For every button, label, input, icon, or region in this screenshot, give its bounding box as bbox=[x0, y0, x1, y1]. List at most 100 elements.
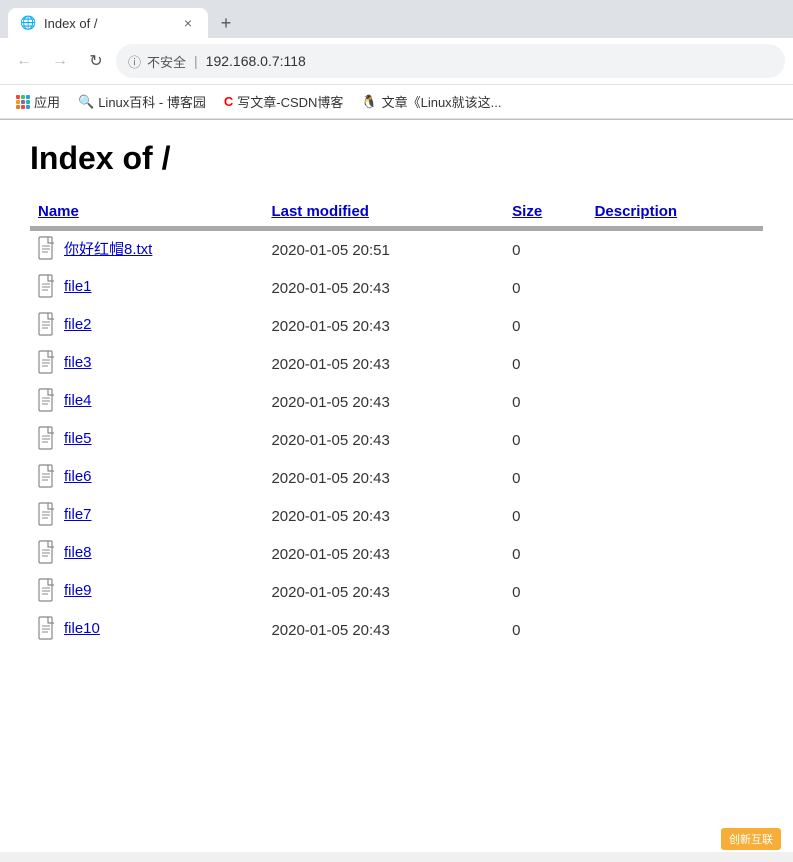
file-link[interactable]: file3 bbox=[64, 354, 92, 371]
file-link[interactable]: file2 bbox=[64, 316, 92, 333]
file-description bbox=[587, 421, 763, 459]
bookmarks-bar: 应用 🔍 Linux百科 - 博客园 C 写文章-CSDN博客 🐧 文章《Lin… bbox=[0, 85, 793, 119]
file-description bbox=[587, 269, 763, 307]
page-title: Index of / bbox=[30, 140, 763, 177]
file-date: 2020-01-05 20:43 bbox=[263, 497, 504, 535]
file-size: 0 bbox=[504, 307, 586, 345]
file-description bbox=[587, 497, 763, 535]
file-icon bbox=[38, 464, 58, 488]
file-link[interactable]: file9 bbox=[64, 582, 92, 599]
address-url: 192.168.0.7:118 bbox=[206, 53, 306, 69]
file-link[interactable]: file7 bbox=[64, 506, 92, 523]
table-row: file10 2020-01-05 20:430 bbox=[30, 611, 763, 649]
file-date: 2020-01-05 20:43 bbox=[263, 611, 504, 649]
watermark-label: 创新互联 bbox=[729, 834, 773, 846]
file-icon bbox=[38, 236, 58, 260]
file-description bbox=[587, 611, 763, 649]
table-row: file7 2020-01-05 20:430 bbox=[30, 497, 763, 535]
bookmark-person-icon: 🔍 bbox=[78, 94, 94, 110]
file-link[interactable]: file4 bbox=[64, 392, 92, 409]
col-header-description[interactable]: Description bbox=[587, 197, 763, 227]
browser-chrome: 🌐 Index of / × + ← → ↻ ⓘ 不安全 | 192.168.0… bbox=[0, 0, 793, 120]
forward-button[interactable]: → bbox=[44, 45, 76, 77]
bookmark-apps-label: 应用 bbox=[34, 92, 60, 111]
tab-favicon-icon: 🌐 bbox=[20, 15, 36, 31]
file-icon bbox=[38, 502, 58, 526]
forward-icon: → bbox=[52, 52, 68, 70]
file-icon bbox=[38, 616, 58, 640]
table-row: file6 2020-01-05 20:430 bbox=[30, 459, 763, 497]
file-description bbox=[587, 345, 763, 383]
file-link[interactable]: file6 bbox=[64, 468, 92, 485]
security-label: 不安全 bbox=[147, 52, 186, 71]
active-tab[interactable]: 🌐 Index of / × bbox=[8, 8, 208, 38]
file-size: 0 bbox=[504, 383, 586, 421]
refresh-button[interactable]: ↻ bbox=[80, 45, 112, 77]
refresh-icon: ↻ bbox=[89, 51, 102, 71]
file-size: 0 bbox=[504, 345, 586, 383]
col-header-modified[interactable]: Last modified bbox=[263, 197, 504, 227]
table-row: file8 2020-01-05 20:430 bbox=[30, 535, 763, 573]
table-row: file2 2020-01-05 20:430 bbox=[30, 307, 763, 345]
col-header-name[interactable]: Name bbox=[30, 197, 263, 227]
back-button[interactable]: ← bbox=[8, 45, 40, 77]
file-link[interactable]: file10 bbox=[64, 620, 100, 637]
bookmark-linux-book[interactable]: 🐧 文章《Linux就该这... bbox=[353, 89, 509, 114]
file-date: 2020-01-05 20:43 bbox=[263, 383, 504, 421]
file-date: 2020-01-05 20:43 bbox=[263, 421, 504, 459]
bookmark-linux-baike-label: Linux百科 - 博客园 bbox=[98, 92, 206, 111]
back-icon: ← bbox=[16, 52, 32, 70]
file-icon bbox=[38, 274, 58, 298]
table-row: file1 2020-01-05 20:430 bbox=[30, 269, 763, 307]
bookmark-csdn[interactable]: C 写文章-CSDN博客 bbox=[216, 89, 352, 114]
table-header-row: Name Last modified Size Description bbox=[30, 197, 763, 227]
file-link[interactable]: file1 bbox=[64, 278, 92, 295]
tab-title: Index of / bbox=[44, 16, 172, 31]
file-date: 2020-01-05 20:43 bbox=[263, 573, 504, 611]
file-link[interactable]: 你好红帽8.txt bbox=[64, 238, 152, 259]
file-link[interactable]: file5 bbox=[64, 430, 92, 447]
file-size: 0 bbox=[504, 535, 586, 573]
table-row: 你好红帽8.txt 2020-01-05 20:510 bbox=[30, 230, 763, 269]
close-tab-button[interactable]: × bbox=[180, 14, 196, 32]
page-content: Index of / Name Last modified Size Descr… bbox=[0, 120, 793, 740]
table-row: file3 2020-01-05 20:430 bbox=[30, 345, 763, 383]
address-bar[interactable]: ⓘ 不安全 | 192.168.0.7:118 bbox=[116, 44, 785, 78]
file-icon bbox=[38, 312, 58, 336]
info-icon: ⓘ bbox=[128, 52, 141, 71]
bookmark-linux-baike[interactable]: 🔍 Linux百科 - 博客园 bbox=[70, 89, 214, 114]
file-description bbox=[587, 535, 763, 573]
file-link[interactable]: file8 bbox=[64, 544, 92, 561]
bookmark-linux-book-icon: 🐧 bbox=[361, 94, 377, 110]
watermark: 创新互联 bbox=[721, 828, 781, 850]
file-date: 2020-01-05 20:43 bbox=[263, 459, 504, 497]
bookmark-apps[interactable]: 应用 bbox=[8, 89, 68, 114]
bookmark-csdn-label: 写文章-CSDN博客 bbox=[237, 92, 343, 111]
file-icon bbox=[38, 578, 58, 602]
file-size: 0 bbox=[504, 611, 586, 649]
file-date: 2020-01-05 20:43 bbox=[263, 345, 504, 383]
bookmark-linux-book-label: 文章《Linux就该这... bbox=[382, 92, 502, 111]
file-icon bbox=[38, 426, 58, 450]
file-date: 2020-01-05 20:43 bbox=[263, 307, 504, 345]
file-description bbox=[587, 573, 763, 611]
page-wrapper: Index of / Name Last modified Size Descr… bbox=[0, 120, 793, 852]
file-date: 2020-01-05 20:43 bbox=[263, 535, 504, 573]
file-table: Name Last modified Size Description bbox=[30, 197, 763, 649]
file-description bbox=[587, 230, 763, 269]
new-tab-button[interactable]: + bbox=[212, 9, 240, 37]
file-size: 0 bbox=[504, 421, 586, 459]
table-row: file4 2020-01-05 20:430 bbox=[30, 383, 763, 421]
file-size: 0 bbox=[504, 269, 586, 307]
file-date: 2020-01-05 20:43 bbox=[263, 269, 504, 307]
file-date: 2020-01-05 20:51 bbox=[263, 230, 504, 269]
file-description bbox=[587, 307, 763, 345]
table-row: file5 2020-01-05 20:430 bbox=[30, 421, 763, 459]
bookmark-csdn-icon: C bbox=[224, 94, 233, 109]
address-separator: | bbox=[194, 53, 198, 69]
file-icon bbox=[38, 350, 58, 374]
file-icon bbox=[38, 388, 58, 412]
file-size: 0 bbox=[504, 230, 586, 269]
tab-bar: 🌐 Index of / × + bbox=[0, 0, 793, 38]
col-header-size[interactable]: Size bbox=[504, 197, 586, 227]
